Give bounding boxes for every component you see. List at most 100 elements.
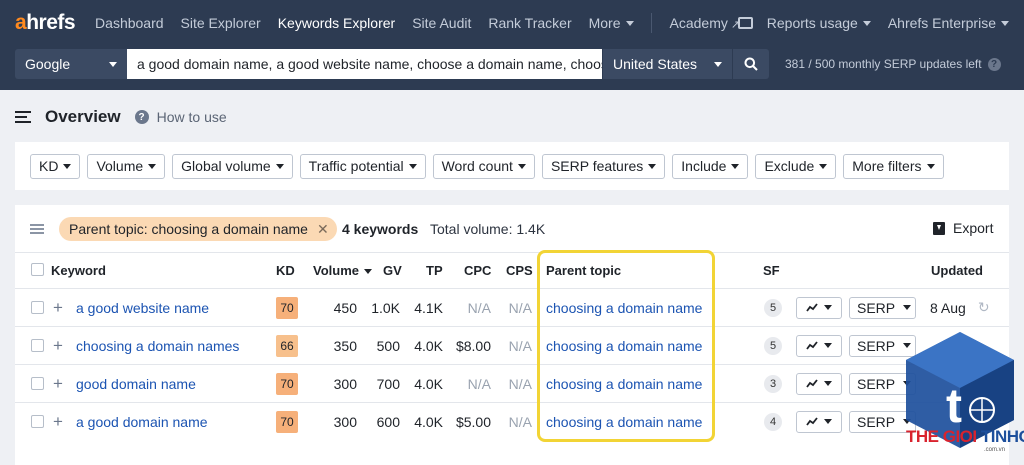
gv-value: 600 xyxy=(376,413,400,430)
gv-value: 1.0K xyxy=(371,299,400,316)
keyword-link[interactable]: choosing a domain names xyxy=(76,338,239,354)
trend-button[interactable] xyxy=(796,410,842,433)
reports-usage-label: Reports usage xyxy=(766,14,858,31)
table-toolbar: Parent topic: choosing a domain name ✕ 4 … xyxy=(15,205,1009,253)
serp-updates-status: 381 / 500 monthly SERP updates left? xyxy=(785,49,1001,79)
keyword-link[interactable]: a good domain name xyxy=(76,414,208,430)
trend-button[interactable] xyxy=(796,372,842,395)
row-checkbox[interactable] xyxy=(31,339,44,352)
nav-divider xyxy=(650,12,652,33)
parent-topic-link[interactable]: choosing a domain name xyxy=(546,338,702,354)
nav-site-audit[interactable]: Site Audit xyxy=(412,15,471,31)
nav-keywords-explorer[interactable]: Keywords Explorer xyxy=(278,15,396,31)
chevron-down-icon xyxy=(648,163,657,169)
filter-kd[interactable]: KD xyxy=(30,153,81,179)
country-select[interactable]: United States xyxy=(602,49,732,79)
volume-value: 450 xyxy=(333,299,357,316)
close-icon[interactable]: ✕ xyxy=(317,221,329,238)
ahrefs-logo[interactable]: ahrefs xyxy=(15,11,76,35)
chevron-down-icon xyxy=(148,163,157,169)
keyword-link[interactable]: a good website name xyxy=(76,300,209,316)
search-engine-select[interactable]: Google xyxy=(15,49,127,79)
help-icon[interactable]: ? xyxy=(987,57,1001,71)
header-keyword[interactable]: Keyword xyxy=(51,263,106,278)
watermark-text: THE GIOI TINHOC xyxy=(906,427,1024,447)
sf-badge[interactable]: 3 xyxy=(764,374,782,393)
parent-topic-link[interactable]: choosing a domain name xyxy=(546,300,702,316)
header-volume[interactable]: Volume xyxy=(313,263,372,278)
parent-topic-chip[interactable]: Parent topic: choosing a domain name ✕ xyxy=(59,217,337,241)
sf-badge[interactable]: 5 xyxy=(764,336,782,355)
search-button[interactable] xyxy=(733,49,769,79)
serp-label: SERP xyxy=(857,375,896,392)
row-checkbox[interactable] xyxy=(31,377,44,390)
nav-academy-label: Academy xyxy=(669,14,728,31)
filter-volume[interactable]: Volume xyxy=(87,153,166,179)
serp-button[interactable]: SERP xyxy=(849,296,916,319)
volume-value: 300 xyxy=(333,413,357,430)
header-kd[interactable]: KD xyxy=(276,263,295,278)
filter-serp-features[interactable]: SERP features xyxy=(541,153,666,179)
row-checkbox[interactable] xyxy=(31,301,44,314)
filter-traffic-potential[interactable]: Traffic potential xyxy=(299,153,426,179)
header-gv[interactable]: GV xyxy=(383,263,402,278)
add-icon[interactable]: + xyxy=(53,412,63,432)
add-icon[interactable]: + xyxy=(53,336,63,356)
chevron-down-icon xyxy=(1001,21,1009,27)
monitor-icon[interactable] xyxy=(737,16,753,29)
select-all-checkbox[interactable] xyxy=(31,263,44,276)
add-icon[interactable]: + xyxy=(53,374,63,394)
nav-site-explorer[interactable]: Site Explorer xyxy=(181,15,261,31)
nav-dashboard[interactable]: Dashboard xyxy=(95,15,164,31)
tp-value: 4.0K xyxy=(414,337,443,354)
columns-menu-icon[interactable] xyxy=(30,224,44,234)
refresh-icon[interactable]: ↻ xyxy=(978,299,990,316)
filter-global-volume[interactable]: Global volume xyxy=(172,153,293,179)
export-button[interactable]: Export xyxy=(933,220,993,236)
header-updated[interactable]: Updated xyxy=(931,263,983,278)
volume-value: 300 xyxy=(333,375,357,392)
sf-badge[interactable]: 4 xyxy=(764,412,782,431)
cpc-value: N/A xyxy=(467,375,491,392)
chevron-down-icon xyxy=(824,381,832,386)
filter-word-count[interactable]: Word count xyxy=(432,153,535,179)
top-navigation: ahrefs Dashboard Site Explorer Keywords … xyxy=(0,0,1024,45)
keywords-input[interactable]: a good domain name, a good website name,… xyxy=(127,49,602,79)
tp-value: 4.0K xyxy=(414,375,443,392)
keywords-table: Parent topic: choosing a domain name ✕ 4 … xyxy=(15,205,1009,465)
nav-account[interactable]: Ahrefs Enterprise xyxy=(888,15,1009,31)
filter-include[interactable]: Include xyxy=(672,153,749,179)
nav-right: Reports usage Ahrefs Enterprise xyxy=(737,0,1009,45)
header-cpc[interactable]: CPC xyxy=(464,263,491,278)
filter-more[interactable]: More filters xyxy=(843,153,944,179)
trend-icon xyxy=(806,379,818,388)
volume-value: 350 xyxy=(333,337,357,354)
trend-button[interactable] xyxy=(796,334,842,357)
nav-rank-tracker[interactable]: Rank Tracker xyxy=(488,15,571,31)
header-parent-topic[interactable]: Parent topic xyxy=(546,263,621,278)
how-to-use-link[interactable]: How to use xyxy=(157,109,227,125)
header-sf[interactable]: SF xyxy=(763,263,780,278)
help-icon[interactable]: ? xyxy=(134,110,149,124)
add-icon[interactable]: + xyxy=(53,298,63,318)
filter-exclude[interactable]: Exclude xyxy=(755,153,837,179)
nav-academy[interactable]: Academy ↗ xyxy=(670,15,741,31)
keyword-link[interactable]: good domain name xyxy=(76,376,196,392)
row-checkbox[interactable] xyxy=(31,415,44,428)
sf-badge[interactable]: 5 xyxy=(764,298,782,317)
header-cps[interactable]: CPS xyxy=(506,263,533,278)
filter-label: Traffic potential xyxy=(308,158,404,174)
nav-reports-usage[interactable]: Reports usage xyxy=(767,15,871,31)
kd-badge: 70 xyxy=(276,410,298,433)
parent-topic-link[interactable]: choosing a domain name xyxy=(546,414,702,430)
parent-topic-link[interactable]: choosing a domain name xyxy=(546,376,702,392)
kd-badge: 70 xyxy=(276,296,298,319)
export-icon xyxy=(933,221,945,235)
export-label: Export xyxy=(953,220,994,236)
header-tp[interactable]: TP xyxy=(426,263,443,278)
cps-value: N/A xyxy=(508,375,532,392)
nav-more[interactable]: More xyxy=(589,15,634,31)
menu-icon[interactable] xyxy=(15,111,31,123)
trend-button[interactable] xyxy=(796,296,842,319)
table-row: + good domain name 70 300 700 4.0K N/A N… xyxy=(15,364,1009,402)
